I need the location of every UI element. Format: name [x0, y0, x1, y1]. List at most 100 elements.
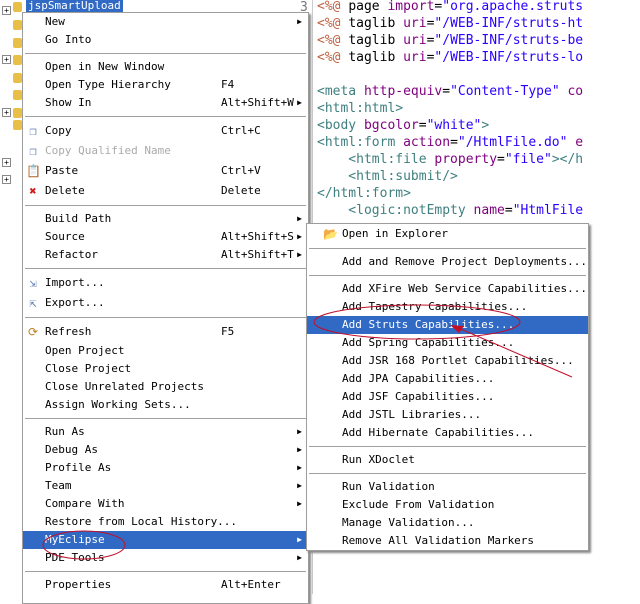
menu-item-add-xfire-web-service-capabilities[interactable]: Add XFire Web Service Capabilities... [307, 280, 588, 298]
menu-item-compare-with[interactable]: Compare With ▶ [23, 495, 308, 513]
myeclipse-submenu: 📂 Open in Explorer Add and Remove Project … [306, 223, 589, 551]
menu-item-label: Open in Explorer [342, 227, 448, 240]
expand-node-icon[interactable]: + [2, 175, 11, 184]
code-token: "/WEB-INF/struts-be [434, 33, 584, 48]
submenu-arrow-icon: ▶ [297, 481, 302, 490]
menu-item-label: Add Tapestry Capabilities... [342, 300, 528, 313]
menu-item-team[interactable]: Team ▶ [23, 477, 308, 495]
project-icon [13, 2, 22, 12]
menu-item-refactor[interactable]: Refactor Alt+Shift+T ▶ [23, 246, 308, 264]
menu-item-add-jstl-libraries[interactable]: Add JSTL Libraries... [307, 406, 588, 424]
code-line: <html:form action="/HtmlFile.do" e [317, 136, 583, 150]
menu-item-label: Paste [45, 164, 79, 177]
submenu-arrow-icon: ▶ [297, 463, 302, 472]
menu-separator [23, 201, 308, 210]
code-token: = [450, 135, 458, 150]
menu-item-copy-qualified-name[interactable]: ❐ Copy Qualified Name [23, 141, 308, 161]
expand-node-icon[interactable]: + [2, 108, 11, 117]
project-icon [13, 120, 22, 130]
refresh-icon: ⟳ [27, 325, 39, 339]
menu-item-add-jsf-capabilities[interactable]: Add JSF Capabilities... [307, 388, 588, 406]
menu-item-profile-as[interactable]: Profile As ▶ [23, 459, 308, 477]
expand-node-icon[interactable]: + [2, 158, 11, 167]
menu-item-build-path[interactable]: Build Path ▶ [23, 210, 308, 228]
code-token: e [567, 135, 584, 150]
menu-item-assign-working-sets[interactable]: Assign Working Sets... [23, 396, 308, 414]
menu-item-exclude-from-validation[interactable]: Exclude From Validation [307, 496, 588, 514]
shortcut-label: Alt+Enter [221, 578, 281, 591]
menu-item-close-unrelated-projects[interactable]: Close Unrelated Projects [23, 378, 308, 396]
code-token: <html:html> [317, 101, 404, 116]
menu-item-add-spring-capabilities[interactable]: Add Spring Capabilities... [307, 334, 588, 352]
menu-item-run-xdoclet[interactable]: Run XDoclet [307, 451, 588, 469]
code-token: <html:submit/> [317, 169, 458, 184]
menu-item-restore-from-local-history[interactable]: Restore from Local History... [23, 513, 308, 531]
code-token: <%@ [317, 50, 349, 65]
project-node-selected[interactable]: jspSmartUpload [26, 0, 123, 12]
menu-item-label: Refresh [45, 325, 92, 338]
code-line: </html:form> [317, 187, 411, 201]
menu-item-paste[interactable]: 📋 Paste Ctrl+V [23, 161, 308, 181]
menu-item-properties[interactable]: Properties Alt+Enter [23, 576, 308, 594]
menu-item-add-jsr-168-portlet-capabilities[interactable]: Add JSR 168 Portlet Capabilities... [307, 352, 588, 370]
menu-separator [23, 313, 308, 322]
code-token: <html:file [317, 152, 435, 167]
code-token: = [497, 152, 505, 167]
menu-item-pde-tools[interactable]: PDE Tools ▶ [23, 549, 308, 567]
code-line: <html:submit/> [317, 170, 458, 184]
paste-icon: 📋 [26, 164, 41, 178]
menu-item-open-project[interactable]: Open Project [23, 342, 308, 360]
menu-item-new[interactable]: New ▶ [23, 13, 308, 31]
menu-item-add-and-remove-project-deployments[interactable]: Add and Remove Project Deployments... [307, 253, 588, 271]
menu-item-source[interactable]: Source Alt+Shift+S ▶ [23, 228, 308, 246]
menu-item-label: Add JPA Capabilities... [342, 372, 495, 385]
menu-item-import[interactable]: ⇲ Import... [23, 273, 308, 293]
menu-item-delete[interactable]: ✖ Delete Delete [23, 181, 308, 201]
submenu-arrow-icon: ▶ [297, 499, 302, 508]
code-token: <logic:notEmpty [317, 203, 474, 218]
delete-icon: ✖ [29, 184, 37, 198]
export-icon: ⇱ [29, 296, 37, 310]
menu-item-export[interactable]: ⇱ Export... [23, 293, 308, 313]
menu-item-label: Restore from Local History... [45, 515, 238, 528]
menu-separator [307, 442, 588, 451]
menu-item-copy[interactable]: ❐ Copy Ctrl+C [23, 121, 308, 141]
menu-item-label: Run Validation [342, 480, 435, 493]
menu-item-refresh[interactable]: ⟳ Refresh F5 [23, 322, 308, 342]
menu-item-label: Add XFire Web Service Capabilities... [342, 282, 588, 295]
project-icon [13, 90, 22, 100]
menu-item-open-in-explorer[interactable]: 📂 Open in Explorer [307, 224, 588, 244]
folder-open-icon: 📂 [323, 227, 338, 241]
menu-item-label: Go Into [45, 33, 92, 46]
menu-item-add-hibernate-capabilities[interactable]: Add Hibernate Capabilities... [307, 424, 588, 442]
shortcut-label: Alt+Shift+W [221, 96, 294, 109]
submenu-arrow-icon: ▶ [297, 214, 302, 223]
code-token: "org.apache.struts [442, 0, 584, 14]
project-icon [13, 20, 22, 30]
menu-item-run-as[interactable]: Run As ▶ [23, 423, 308, 441]
shortcut-label: F5 [221, 325, 235, 338]
menu-item-label: Open Project [45, 344, 125, 357]
menu-item-show-in[interactable]: Show In Alt+Shift+W ▶ [23, 94, 308, 112]
menu-item-add-tapestry-capabilities[interactable]: Add Tapestry Capabilities... [307, 298, 588, 316]
menu-item-label: Assign Working Sets... [45, 398, 191, 411]
menu-item-open-in-new-window[interactable]: Open in New Window [23, 58, 308, 76]
menu-item-label: Run As [45, 425, 85, 438]
menu-item-manage-validation[interactable]: Manage Validation... [307, 514, 588, 532]
code-token: action [403, 135, 451, 150]
menu-item-close-project[interactable]: Close Project [23, 360, 308, 378]
code-line: <body bgcolor="white"> [317, 119, 489, 133]
submenu-arrow-icon: ▶ [297, 427, 302, 436]
menu-item-run-validation[interactable]: Run Validation [307, 478, 588, 496]
expand-node-icon[interactable]: + [2, 55, 11, 64]
menu-item-myeclipse[interactable]: MyEclipse ▶ [23, 531, 308, 549]
code-token: "/WEB-INF/struts-lo [434, 50, 584, 65]
menu-item-remove-all-validation-markers[interactable]: Remove All Validation Markers [307, 532, 588, 550]
menu-item-add-jpa-capabilities[interactable]: Add JPA Capabilities... [307, 370, 588, 388]
menu-item-go-into[interactable]: Go Into [23, 31, 308, 49]
menu-item-label: Open in New Window [45, 60, 165, 73]
menu-item-debug-as[interactable]: Debug As ▶ [23, 441, 308, 459]
menu-item-open-type-hierarchy[interactable]: Open Type Hierarchy F4 [23, 76, 308, 94]
expand-node-icon[interactable]: + [2, 6, 11, 15]
menu-item-add-struts-capabilities[interactable]: Add Struts Capabilities... [307, 316, 588, 334]
